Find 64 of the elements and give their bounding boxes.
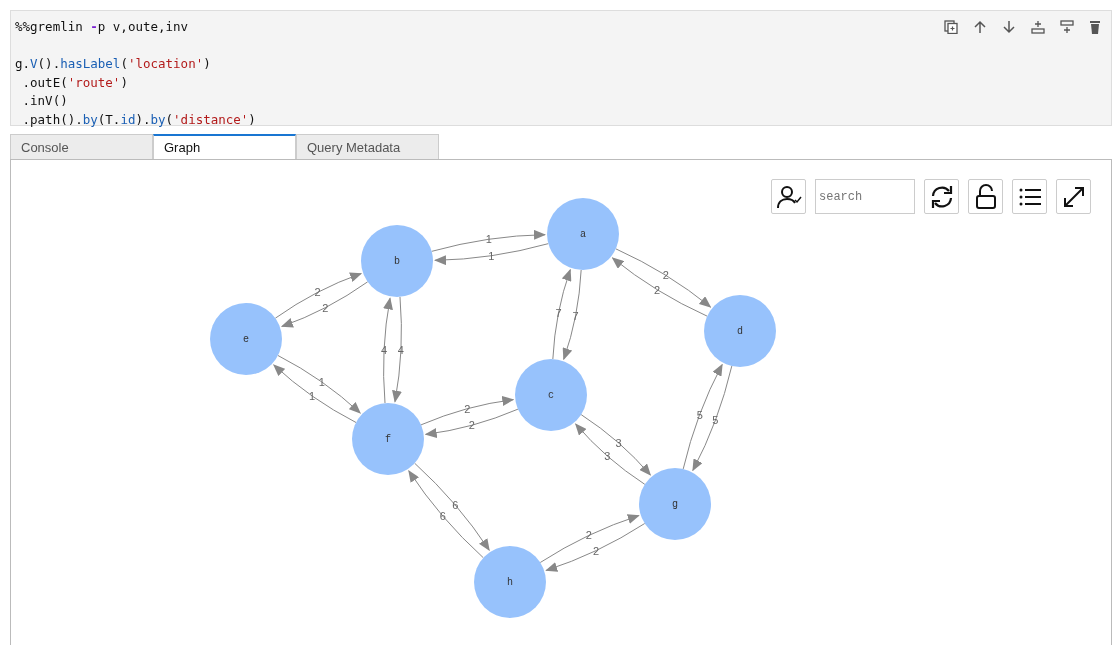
code-line: %%gremlin -p v,oute,inv — [15, 18, 190, 36]
node-label: d — [737, 326, 743, 337]
edge-label: 2 — [593, 544, 600, 557]
arrow-down-icon[interactable] — [1002, 20, 1016, 34]
graph-node[interactable] — [515, 359, 587, 431]
search-field[interactable]: search — [815, 179, 915, 214]
delete-icon[interactable] — [1089, 20, 1101, 34]
list-button[interactable] — [1012, 179, 1047, 214]
graph-node[interactable] — [210, 303, 282, 375]
graph-node[interactable] — [352, 403, 424, 475]
unlock-icon — [973, 183, 998, 210]
edge-label: 4 — [381, 343, 388, 356]
node-label: e — [243, 334, 249, 345]
node-label: f — [385, 434, 391, 445]
edge-label: 4 — [397, 344, 404, 357]
edge-label: 2 — [322, 301, 329, 314]
edge-label: 3 — [604, 449, 611, 462]
insert-above-icon[interactable] — [1031, 20, 1045, 34]
edge-label: 2 — [314, 286, 321, 299]
edge-label: 2 — [464, 402, 471, 415]
edge-label: 7 — [555, 306, 562, 319]
code-line: g.V().hasLabel('location') — [15, 55, 212, 73]
edge-label: 2 — [468, 419, 475, 432]
node-label: b — [394, 256, 400, 267]
user-check-icon — [775, 183, 802, 210]
tab[interactable]: Query Metadata — [296, 134, 439, 159]
edge-label: 5 — [712, 414, 719, 427]
graph-node[interactable] — [547, 198, 619, 270]
code-line: .inV() — [21, 92, 69, 110]
code-line: .path().by(T.id).by('distance') — [21, 110, 256, 129]
copy-icon[interactable] — [944, 20, 958, 34]
node-label: g — [672, 499, 678, 510]
edge-label: 7 — [572, 310, 579, 323]
edge-label: 2 — [585, 529, 592, 542]
edge-arrow — [580, 414, 651, 476]
tab[interactable]: Console — [10, 134, 153, 159]
node-label: c — [548, 390, 554, 401]
arrow-up-icon[interactable] — [973, 20, 987, 34]
tab[interactable]: Graph — [153, 134, 296, 159]
graph-node[interactable] — [704, 295, 776, 367]
edge-label: 6 — [452, 499, 459, 512]
edge-arrow — [575, 423, 646, 485]
node-label: a — [580, 229, 586, 240]
edge-label: 1 — [485, 233, 492, 246]
node-label: h — [507, 577, 513, 588]
edge-label: 1 — [488, 249, 495, 262]
expand-button[interactable] — [1056, 179, 1091, 214]
code-cell[interactable]: %%gremlin -p v,oute,inv g.V().hasLabel('location') .outE('route') .inV() .path().by(T.id).by('distance') — [10, 10, 1112, 126]
edge-label: 6 — [439, 509, 446, 522]
code-line: .outE('route') — [21, 73, 129, 92]
refresh-button[interactable] — [924, 179, 959, 214]
user-check-button[interactable] — [771, 179, 806, 214]
graph-node[interactable] — [361, 225, 433, 297]
expand-icon — [1061, 184, 1086, 209]
edge-label: 5 — [696, 408, 703, 421]
edge-label: 1 — [309, 389, 316, 402]
unlock-button[interactable] — [968, 179, 1003, 214]
edge-label: 3 — [615, 437, 622, 450]
graph-node[interactable] — [639, 468, 711, 540]
edge-label: 2 — [654, 283, 661, 296]
edge-label: 2 — [662, 269, 669, 282]
insert-below-icon[interactable] — [1060, 20, 1074, 34]
edge-label: 1 — [318, 376, 325, 389]
graph-node[interactable] — [474, 546, 546, 618]
